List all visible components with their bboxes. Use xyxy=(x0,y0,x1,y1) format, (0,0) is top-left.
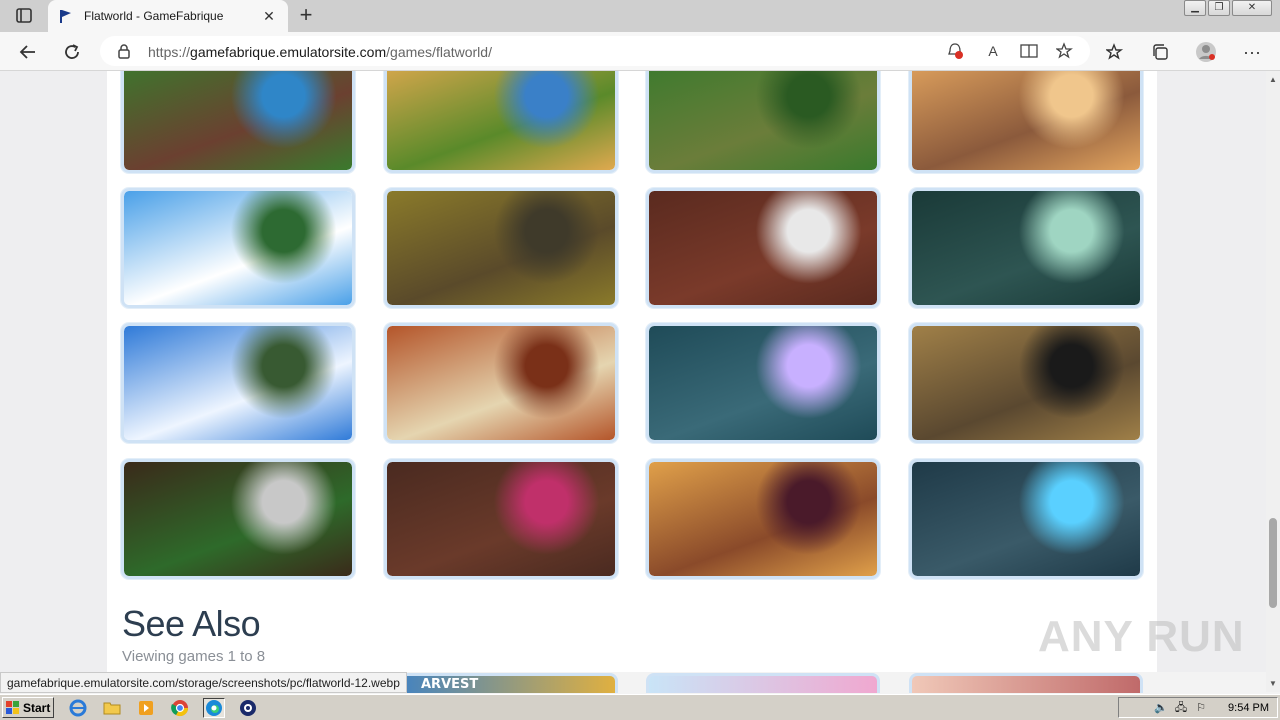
url-prefix: https:// xyxy=(148,44,191,60)
screenshot-image xyxy=(387,462,615,576)
action-center-flag-icon[interactable]: ⚐ xyxy=(1194,701,1208,715)
chrome-icon[interactable] xyxy=(169,698,191,718)
refresh-icon[interactable] xyxy=(60,40,84,64)
url-host: gamefabrique.emulatorsite.com xyxy=(190,44,387,60)
system-tray: 🔈 🖧 ⚐ 9:54 PM xyxy=(1118,697,1278,718)
collections-icon[interactable] xyxy=(1148,40,1172,64)
screenshot-thumbnail-stone-floor[interactable] xyxy=(909,323,1143,443)
read-aloud-label: A xyxy=(988,43,998,59)
media-player-icon[interactable] xyxy=(135,698,157,718)
screenshot-thumbnail-flying-carpet[interactable] xyxy=(121,323,355,443)
screenshot-thumbnail-boat[interactable] xyxy=(909,71,1143,173)
screenshot-image xyxy=(387,326,615,440)
url-path: /games/flatworld/ xyxy=(386,44,492,60)
add-favorite-icon[interactable] xyxy=(1054,41,1076,61)
screenshot-thumbnail-dungeon-ice[interactable] xyxy=(646,323,880,443)
scroll-thumb[interactable] xyxy=(1269,518,1277,608)
edge-icon[interactable] xyxy=(203,698,225,718)
screenshot-thumbnail-dark-room[interactable] xyxy=(909,188,1143,308)
screenshot-image xyxy=(912,191,1140,305)
folder-icon[interactable] xyxy=(101,698,123,718)
see-also-game-thumbnail[interactable] xyxy=(909,673,1143,693)
scroll-down-icon[interactable]: ▼ xyxy=(1269,679,1277,688)
minimize-button[interactable]: ▁ xyxy=(1184,0,1206,16)
window-controls: ▁ ❐ ✕ xyxy=(1184,0,1272,18)
screenshot-image xyxy=(649,71,877,170)
screenshot-image xyxy=(912,71,1140,170)
settings-more-label: ··· xyxy=(1243,41,1261,62)
url-text[interactable]: https://gamefabrique.emulatorsite.com/ga… xyxy=(148,44,492,60)
tab-actions-icon[interactable] xyxy=(10,6,38,26)
screenshot-thumbnail-wood-room[interactable] xyxy=(384,459,618,579)
gamefabrique-favicon-icon xyxy=(60,10,71,23)
address-bar[interactable]: https://gamefabrique.emulatorsite.com/ga… xyxy=(100,36,1090,66)
screenshot-thumbnail-wagons[interactable] xyxy=(384,188,618,308)
screenshot-image xyxy=(912,462,1140,576)
clock: 9:54 PM xyxy=(1228,701,1269,714)
screenshot-thumbnail-sand-room[interactable] xyxy=(646,459,880,579)
see-also-thumbnail-text: ARVEST xyxy=(421,677,479,692)
screenshot-image xyxy=(912,326,1140,440)
screenshot-image xyxy=(649,326,877,440)
see-also-game-thumbnail[interactable] xyxy=(646,673,880,693)
screenshot-image xyxy=(124,462,352,576)
app-icon[interactable] xyxy=(237,698,259,718)
tracking-prevention-icon[interactable] xyxy=(944,41,966,61)
screenshot-image xyxy=(387,71,615,170)
screenshot-image xyxy=(124,71,352,170)
viewing-games-text: Viewing games 1 to 8 xyxy=(122,648,266,665)
see-also-game-thumbnail[interactable]: ARVEST xyxy=(384,673,618,693)
screenshot-thumbnail-map-table[interactable] xyxy=(384,323,618,443)
start-label: Start xyxy=(23,700,51,715)
profile-icon[interactable] xyxy=(1194,40,1218,64)
volume-icon[interactable]: 🔈 xyxy=(1154,701,1168,715)
screenshot-image xyxy=(649,191,877,305)
screenshot-thumbnail-doorway[interactable] xyxy=(646,188,880,308)
screenshot-image xyxy=(124,326,352,440)
screenshot-image xyxy=(387,191,615,305)
scroll-up-icon[interactable]: ▲ xyxy=(1269,75,1277,84)
see-also-heading: See Also xyxy=(122,603,261,644)
windows-taskbar: Start 🔈 🖧 ⚐ 9:54 PM xyxy=(0,694,1280,720)
screenshot-thumbnail-treehouse[interactable] xyxy=(121,459,355,579)
screenshot-thumbnail-blue-dungeon[interactable] xyxy=(909,459,1143,579)
settings-more-icon[interactable]: ··· xyxy=(1240,40,1264,64)
browser-toolbar: https://gamefabrique.emulatorsite.com/ga… xyxy=(0,32,1280,71)
favorites-icon[interactable] xyxy=(1104,40,1128,64)
read-aloud-icon[interactable]: A xyxy=(982,41,1004,61)
lock-icon[interactable] xyxy=(116,43,132,59)
immersive-reader-icon[interactable] xyxy=(1018,41,1040,61)
new-tab-button[interactable]: + xyxy=(294,4,318,28)
ie-icon[interactable] xyxy=(67,698,89,718)
network-icon[interactable]: 🖧 xyxy=(1174,701,1188,715)
back-arrow-icon[interactable] xyxy=(16,40,40,64)
screenshot-thumbnail-desert-palm[interactable] xyxy=(384,71,618,173)
title-bar: Flatworld - GameFabrique ✕ + ▁ ❐ ✕ xyxy=(0,0,1280,32)
tab-close-icon[interactable]: ✕ xyxy=(260,8,278,25)
tab-flatworld[interactable]: Flatworld - GameFabrique ✕ xyxy=(48,0,288,32)
start-button[interactable]: Start xyxy=(2,697,54,718)
close-window-button[interactable]: ✕ xyxy=(1232,0,1272,16)
status-bar-url: gamefabrique.emulatorsite.com/storage/sc… xyxy=(0,672,407,693)
page-viewport xyxy=(0,71,1266,672)
screenshot-image xyxy=(124,191,352,305)
screenshot-thumbnail-village[interactable] xyxy=(646,71,880,173)
tab-title: Flatworld - GameFabrique xyxy=(84,9,224,23)
anyrun-watermark: ANY RUN xyxy=(1038,612,1245,661)
windows-flag-icon xyxy=(6,700,19,714)
screenshot-image xyxy=(649,462,877,576)
screenshot-thumbnail-helicopter[interactable] xyxy=(121,188,355,308)
screenshot-thumbnail-bridge[interactable] xyxy=(121,71,355,173)
restore-button[interactable]: ❐ xyxy=(1208,0,1230,16)
page-scrollbar[interactable]: ▲ ▼ xyxy=(1266,71,1280,692)
